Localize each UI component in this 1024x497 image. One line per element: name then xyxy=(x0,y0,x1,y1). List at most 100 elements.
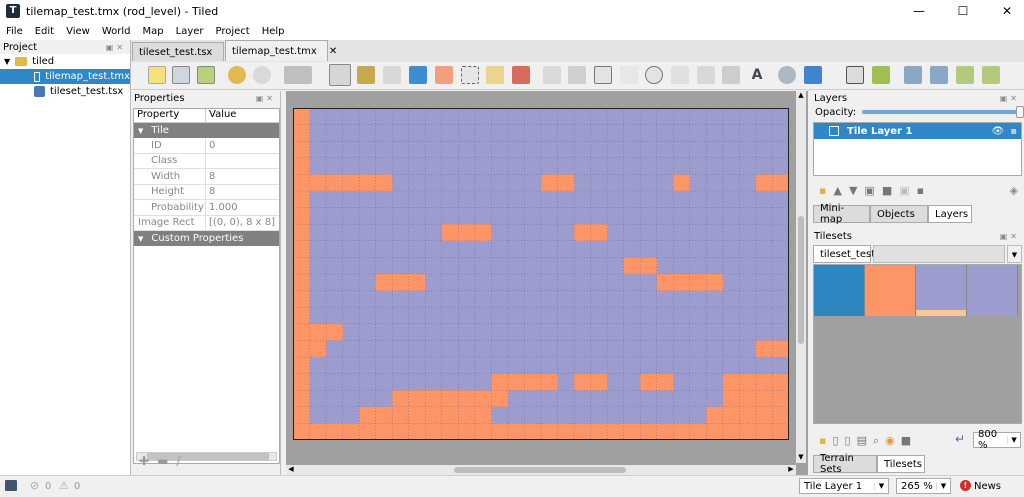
scroll-thumb[interactable] xyxy=(454,467,626,473)
col-value-header[interactable]: Value xyxy=(206,109,236,122)
map-zoom-combo[interactable]: 265 % ▼ xyxy=(896,478,951,494)
move-icon[interactable] xyxy=(804,66,822,84)
bucket-fill-icon[interactable] xyxy=(383,66,401,84)
wang-icon[interactable] xyxy=(872,66,890,84)
insert-rectangle-icon[interactable] xyxy=(594,66,612,84)
property-row[interactable]: Class xyxy=(134,153,279,169)
eraser-icon[interactable] xyxy=(435,66,453,84)
insert-polygon-icon[interactable] xyxy=(671,66,689,84)
tab-terrain-sets[interactable]: Terrain Sets xyxy=(813,453,877,475)
menu-layer[interactable]: Layer xyxy=(176,26,204,37)
merge-layer-icon[interactable]: ▣ xyxy=(899,184,916,197)
expand-arrow-icon[interactable]: ▼ xyxy=(4,57,10,66)
tileset-tile[interactable] xyxy=(916,265,967,316)
news-label[interactable]: News xyxy=(974,481,1001,492)
tileset-properties-icon[interactable]: ⌕ xyxy=(873,434,885,447)
duplicate-layer-icon[interactable]: ▣ xyxy=(864,184,881,197)
minimize-button[interactable]: — xyxy=(902,4,936,18)
panel-controls-icon[interactable]: ▣✕ xyxy=(106,43,130,52)
property-row[interactable]: Probability 1.000 xyxy=(134,200,279,216)
opacity-slider[interactable] xyxy=(862,106,1024,118)
tab-tilemap[interactable]: tilemap_test.tmx ✕ xyxy=(225,40,337,61)
panel-controls-icon[interactable]: ▣✕ xyxy=(1000,94,1024,103)
tab-objects[interactable]: Objects xyxy=(870,205,928,223)
insert-text-icon[interactable]: A xyxy=(748,66,766,84)
error-icon[interactable]: ⊘ xyxy=(30,479,39,492)
select-same-tile-icon[interactable] xyxy=(512,66,530,84)
col-property-header[interactable]: Property xyxy=(134,109,206,122)
current-layer-combo[interactable]: Tile Layer 1 ▼ xyxy=(799,478,889,494)
move-layer-down-icon[interactable]: ▼ xyxy=(849,184,864,197)
insert-ellipse-icon[interactable] xyxy=(645,66,663,84)
property-row[interactable]: ID 0 xyxy=(134,138,279,154)
random-dice-icon[interactable] xyxy=(846,66,864,84)
rename-property-icon[interactable]: ∕ xyxy=(176,454,188,468)
tab-tilesets[interactable]: Tilesets xyxy=(877,455,925,473)
panel-controls-icon[interactable]: ▣✕ xyxy=(256,94,280,103)
back-arrow-icon[interactable]: ↵ xyxy=(955,432,965,446)
new-tileset-icon[interactable]: ▪ xyxy=(819,434,832,447)
panel-controls-icon[interactable]: ▣✕ xyxy=(1000,232,1024,241)
dropdown-arrow-icon[interactable]: ▼ xyxy=(936,482,950,490)
project-file-tsx[interactable]: tileset_test.tsx xyxy=(0,84,130,99)
project-file-tmx[interactable]: tilemap_test.tmx xyxy=(0,69,130,84)
open-file-icon[interactable] xyxy=(172,66,190,84)
console-icon[interactable] xyxy=(5,480,17,491)
tileset-zoom-combo[interactable]: 800 % ▼ xyxy=(973,429,1021,451)
remove-tileset-icon[interactable]: ■ xyxy=(901,434,917,447)
group-custom-row[interactable]: ▼ Custom Properties xyxy=(134,231,279,246)
tileset-tile[interactable] xyxy=(865,265,916,316)
close-button[interactable]: ✕ xyxy=(990,4,1024,18)
layer-row[interactable]: Tile Layer 1 👁 ▪ xyxy=(814,123,1021,139)
tab-close-icon[interactable]: ✕ xyxy=(329,46,337,57)
dynamic-wrapping-icon[interactable]: ◉ xyxy=(885,434,901,447)
highlight-layer-icon[interactable]: ◈ xyxy=(1010,184,1018,197)
delete-layer-icon[interactable]: ■ xyxy=(882,184,899,197)
scroll-up-icon[interactable]: ▲ xyxy=(796,91,806,101)
scroll-down-icon[interactable]: ▼ xyxy=(796,453,806,463)
flip-vertical-icon[interactable] xyxy=(930,66,948,84)
random-mode-icon[interactable] xyxy=(284,66,312,84)
map-vscrollbar[interactable]: ▲ ▼ xyxy=(796,91,806,463)
group-tile-row[interactable]: ▼ Tile xyxy=(134,123,279,138)
undo-icon[interactable] xyxy=(228,66,246,84)
menu-project[interactable]: Project xyxy=(216,26,250,37)
shape-fill-icon[interactable] xyxy=(409,66,427,84)
new-layer-icon[interactable]: ▪ xyxy=(819,184,833,197)
insert-point-icon[interactable] xyxy=(620,66,638,84)
visibility-eye-icon[interactable]: 👁 xyxy=(992,126,1005,137)
tileset-tile[interactable] xyxy=(814,265,865,316)
menu-world[interactable]: World xyxy=(102,26,131,37)
scroll-left-icon[interactable]: ◀ xyxy=(286,465,296,475)
property-row[interactable]: Image Rect [(0, 0), 8 x 8] xyxy=(134,215,279,231)
edit-polygons-icon[interactable] xyxy=(568,66,586,84)
warning-icon[interactable]: ⚠ xyxy=(59,479,69,492)
new-file-icon[interactable] xyxy=(148,66,166,84)
insert-tile-icon[interactable] xyxy=(697,66,715,84)
project-folder-row[interactable]: ▼ tiled xyxy=(0,54,130,69)
menu-file[interactable]: File xyxy=(6,26,23,37)
map-view[interactable]: ▲ ▼ ◀ ▶ xyxy=(286,91,808,475)
dropdown-arrow-icon[interactable]: ▼ xyxy=(874,482,888,490)
remove-property-icon[interactable]: ▬ xyxy=(157,454,176,468)
add-property-icon[interactable]: ✚ xyxy=(139,454,157,468)
tile-map-canvas[interactable] xyxy=(293,108,789,440)
flip-horizontal-icon[interactable] xyxy=(904,66,922,84)
map-hscrollbar[interactable]: ◀ ▶ xyxy=(286,465,796,475)
tab-tileset-test[interactable]: tileset_test xyxy=(813,245,875,263)
tileset-dropdown-icon[interactable]: ▼ xyxy=(1007,245,1022,263)
export-tileset-icon[interactable]: ▯ xyxy=(845,434,857,447)
rotate-left-icon[interactable] xyxy=(956,66,974,84)
rotate-right-icon[interactable] xyxy=(982,66,1000,84)
news-icon[interactable]: ! xyxy=(960,480,971,491)
tab-tileset[interactable]: tileset_test.tsx ✕ xyxy=(132,42,233,61)
collapse-arrow-icon[interactable]: ▼ xyxy=(138,235,143,243)
property-row[interactable]: Height 8 xyxy=(134,184,279,200)
insert-template-icon[interactable] xyxy=(722,66,740,84)
lock-icon[interactable]: ▪ xyxy=(1010,126,1017,137)
menu-map[interactable]: Map xyxy=(143,26,164,37)
dropdown-arrow-icon[interactable]: ▼ xyxy=(1007,436,1020,444)
maximize-button[interactable]: ☐ xyxy=(946,4,980,18)
world-tool-icon[interactable] xyxy=(778,66,796,84)
menu-view[interactable]: View xyxy=(66,26,90,37)
